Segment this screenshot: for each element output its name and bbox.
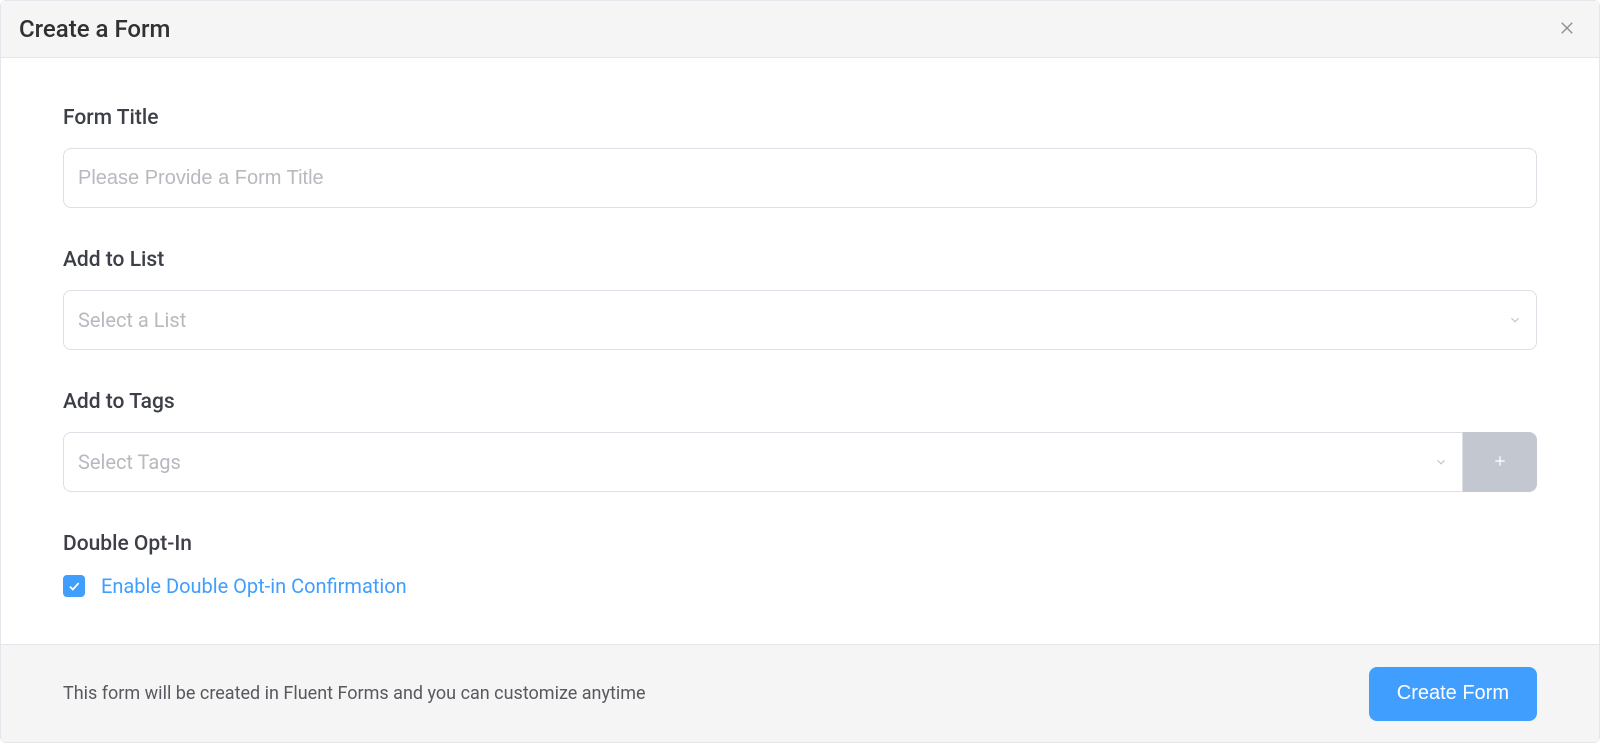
create-form-button[interactable]: Create Form — [1369, 667, 1537, 721]
add-to-tags-group: Add to Tags Select Tags — [63, 390, 1537, 492]
create-form-modal: Create a Form Form Title Add to List Sel… — [0, 0, 1600, 743]
form-title-input[interactable] — [63, 148, 1537, 208]
add-tag-button[interactable] — [1463, 432, 1537, 492]
chevron-down-icon — [1434, 455, 1448, 469]
chevron-down-icon — [1508, 313, 1522, 327]
tags-select[interactable]: Select Tags — [63, 432, 1463, 492]
checkbox-checked-icon — [63, 575, 85, 597]
list-select-placeholder: Select a List — [78, 308, 186, 332]
list-select[interactable]: Select a List — [63, 290, 1537, 350]
modal-footer: This form will be created in Fluent Form… — [1, 644, 1599, 742]
close-icon — [1558, 19, 1576, 40]
double-opt-in-group: Double Opt-In Enable Double Opt-in Confi… — [63, 532, 1537, 598]
form-title-label: Form Title — [63, 106, 1537, 130]
add-to-list-group: Add to List Select a List — [63, 248, 1537, 350]
double-opt-in-checkbox-row[interactable]: Enable Double Opt-in Confirmation — [63, 574, 1537, 598]
close-button[interactable] — [1553, 15, 1581, 43]
form-title-group: Form Title — [63, 106, 1537, 208]
double-opt-in-label: Double Opt-In — [63, 532, 1537, 556]
modal-title: Create a Form — [19, 15, 170, 43]
modal-body: Form Title Add to List Select a List Add… — [1, 58, 1599, 644]
plus-icon — [1492, 449, 1508, 475]
footer-note: This form will be created in Fluent Form… — [63, 683, 646, 704]
tags-select-placeholder: Select Tags — [78, 450, 181, 474]
add-to-tags-label: Add to Tags — [63, 390, 1537, 414]
double-opt-in-checkbox-label: Enable Double Opt-in Confirmation — [101, 574, 407, 598]
add-to-list-label: Add to List — [63, 248, 1537, 272]
modal-header: Create a Form — [1, 1, 1599, 58]
